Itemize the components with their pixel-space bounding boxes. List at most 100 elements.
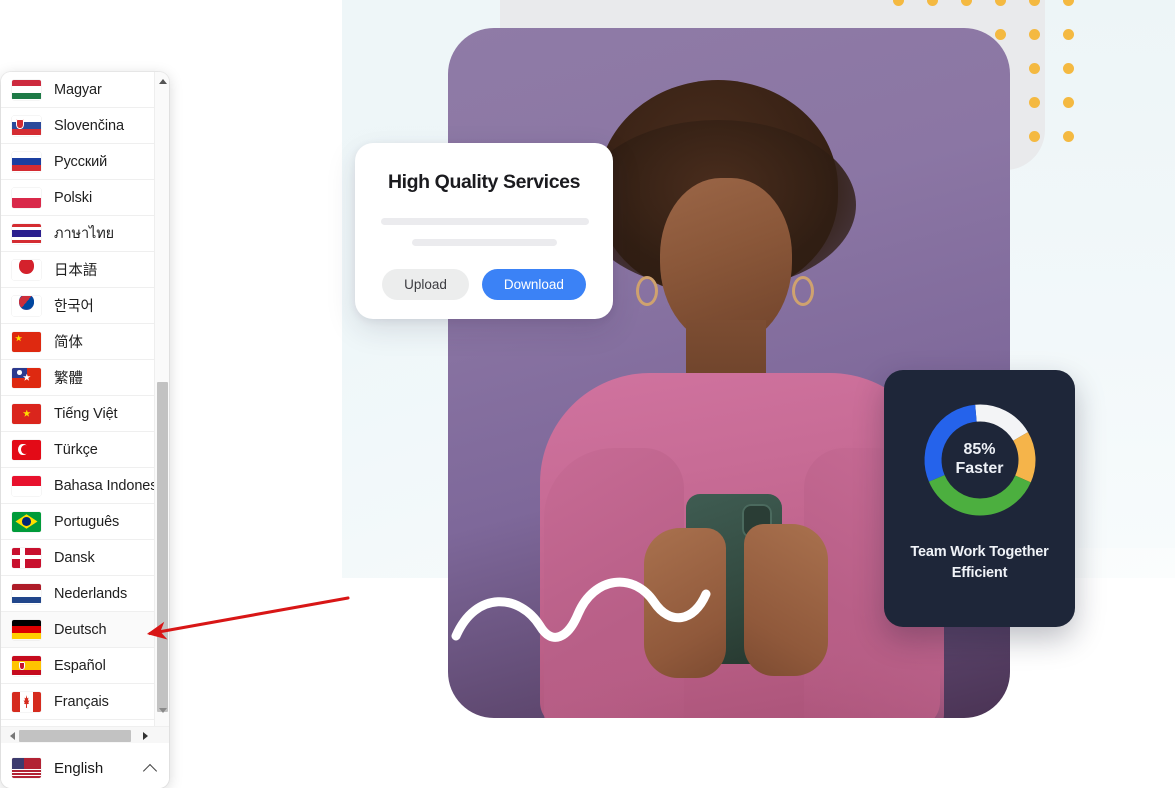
scroll-down-arrow-icon[interactable] bbox=[155, 703, 169, 718]
flag-icon-tr bbox=[12, 439, 41, 460]
language-option-sk[interactable]: Slovenčina bbox=[1, 108, 154, 144]
earring-left-icon bbox=[636, 276, 658, 306]
decorative-dot bbox=[1029, 29, 1040, 40]
language-option-vn[interactable]: Tiếng Việt bbox=[1, 396, 154, 432]
chevron-up-icon[interactable] bbox=[143, 761, 157, 775]
flag-icon-dk bbox=[12, 547, 41, 568]
language-option-tw[interactable]: 繁體 bbox=[1, 360, 154, 396]
flag-icon-th bbox=[12, 223, 41, 244]
stats-caption-line-2: Efficient bbox=[951, 565, 1008, 582]
decorative-dot bbox=[1063, 63, 1074, 74]
flag-icon-de bbox=[12, 619, 41, 640]
language-option-nl[interactable]: Nederlands bbox=[1, 576, 154, 612]
donut-label: Faster bbox=[955, 460, 1004, 477]
decorative-swoosh-line bbox=[451, 577, 711, 642]
decorative-dot bbox=[995, 29, 1006, 40]
service-card-actions: Upload Download bbox=[381, 269, 587, 300]
language-option-label: Nederlands bbox=[54, 585, 128, 602]
selected-language-label: English bbox=[54, 759, 104, 777]
language-list-viewport: Magyar Slovenčina Русский Polski ภาษาไทย 日本語 한… bbox=[1, 72, 169, 726]
flag-icon-jp bbox=[12, 259, 41, 280]
flag-icon-hu bbox=[12, 79, 41, 100]
flag-icon-es bbox=[12, 655, 41, 676]
decorative-dot bbox=[1063, 97, 1074, 108]
language-option-label: 日本語 bbox=[54, 263, 98, 279]
decorative-dot bbox=[961, 0, 972, 6]
decorative-dot bbox=[1063, 0, 1074, 6]
language-option-kr[interactable]: 한국어 bbox=[1, 288, 154, 324]
language-option-label: Dansk bbox=[54, 549, 95, 566]
language-option-hu[interactable]: Magyar bbox=[1, 72, 154, 108]
flag-icon-us bbox=[12, 758, 41, 778]
flag-icon-pl bbox=[12, 187, 41, 208]
decorative-dot bbox=[893, 0, 904, 6]
horizontal-scrollbar-thumb[interactable] bbox=[19, 730, 131, 742]
decorative-dot bbox=[927, 0, 938, 6]
language-option-tr[interactable]: Türkçe bbox=[1, 432, 154, 468]
decorative-dot bbox=[1029, 97, 1040, 108]
language-option-br[interactable]: Português bbox=[1, 504, 154, 540]
language-option-dk[interactable]: Dansk bbox=[1, 540, 154, 576]
decorative-dot bbox=[1029, 0, 1040, 6]
language-option-label: Bahasa Indones bbox=[54, 477, 154, 494]
earring-right-icon bbox=[792, 276, 814, 306]
language-option-label: 繁體 bbox=[54, 371, 83, 387]
flag-icon-ca bbox=[12, 691, 41, 712]
flag-icon-br bbox=[12, 511, 41, 532]
donut-chart: 85% Faster bbox=[918, 398, 1042, 522]
flag-icon-cn bbox=[12, 331, 41, 352]
service-card: High Quality Services Upload Download bbox=[355, 143, 613, 319]
horizontal-scrollbar[interactable] bbox=[1, 726, 169, 743]
placeholder-line-1 bbox=[381, 218, 589, 225]
language-selected-row[interactable]: English bbox=[1, 748, 169, 788]
language-option-pl[interactable]: Polski bbox=[1, 180, 154, 216]
flag-icon-vn bbox=[12, 403, 41, 424]
language-option-de[interactable]: Deutsch bbox=[1, 612, 154, 648]
download-button[interactable]: Download bbox=[481, 269, 586, 300]
language-option-label: 简体 bbox=[54, 335, 83, 351]
vertical-scrollbar-thumb[interactable] bbox=[157, 382, 168, 712]
language-option-label: Português bbox=[54, 513, 120, 530]
vertical-scrollbar[interactable] bbox=[154, 72, 169, 726]
flag-icon-nl bbox=[12, 583, 41, 604]
language-option-label: Slovenčina bbox=[54, 117, 124, 134]
placeholder-line-2 bbox=[411, 239, 557, 246]
flag-icon-ru bbox=[12, 151, 41, 172]
language-option-label: ภาษาไทย bbox=[54, 226, 115, 242]
donut-center-text: 85% Faster bbox=[918, 398, 1042, 522]
language-dropdown[interactable]: Magyar Slovenčina Русский Polski ภาษาไทย 日本語 한… bbox=[1, 72, 169, 788]
scroll-up-arrow-icon[interactable] bbox=[155, 74, 169, 89]
language-option-label: Deutsch bbox=[54, 621, 107, 638]
decorative-dot bbox=[995, 0, 1006, 6]
language-option-ca[interactable]: Français bbox=[1, 684, 154, 720]
language-option-label: Español bbox=[54, 657, 106, 674]
flag-icon-sk bbox=[12, 115, 41, 136]
language-option-cn[interactable]: 简体 bbox=[1, 324, 154, 360]
stats-card: 85% Faster Team Work Together Efficient bbox=[884, 370, 1075, 627]
decorative-dot bbox=[1063, 131, 1074, 142]
language-option-ru[interactable]: Русский bbox=[1, 144, 154, 180]
language-option-label: Français bbox=[54, 693, 109, 710]
language-option-jp[interactable]: 日本語 bbox=[1, 252, 154, 288]
flag-icon-id bbox=[12, 475, 41, 496]
language-option-id[interactable]: Bahasa Indones bbox=[1, 468, 154, 504]
language-option-th[interactable]: ภาษาไทย bbox=[1, 216, 154, 252]
decorative-dot bbox=[1029, 63, 1040, 74]
donut-value: 85% bbox=[963, 441, 996, 459]
language-option-label: Magyar bbox=[54, 81, 102, 98]
decorative-dot bbox=[1029, 131, 1040, 142]
language-option-es[interactable]: Español bbox=[1, 648, 154, 684]
language-option-label: 한국어 bbox=[54, 299, 94, 315]
scroll-left-arrow-icon[interactable] bbox=[4, 727, 20, 744]
person-hand-right bbox=[744, 524, 828, 676]
upload-button[interactable]: Upload bbox=[382, 269, 469, 300]
language-option-label: Polski bbox=[54, 189, 93, 206]
language-option-label: Tiếng Việt bbox=[54, 405, 118, 422]
language-option-label: Русский bbox=[54, 153, 108, 170]
language-list[interactable]: Magyar Slovenčina Русский Polski ภาษาไทย 日本語 한… bbox=[1, 72, 154, 720]
language-option-label: Türkçe bbox=[54, 441, 98, 458]
flag-icon-tw bbox=[12, 367, 41, 388]
stats-card-caption: Team Work Together Efficient bbox=[884, 542, 1075, 584]
scroll-right-arrow-icon[interactable] bbox=[137, 727, 153, 744]
flag-icon-kr bbox=[12, 295, 41, 316]
